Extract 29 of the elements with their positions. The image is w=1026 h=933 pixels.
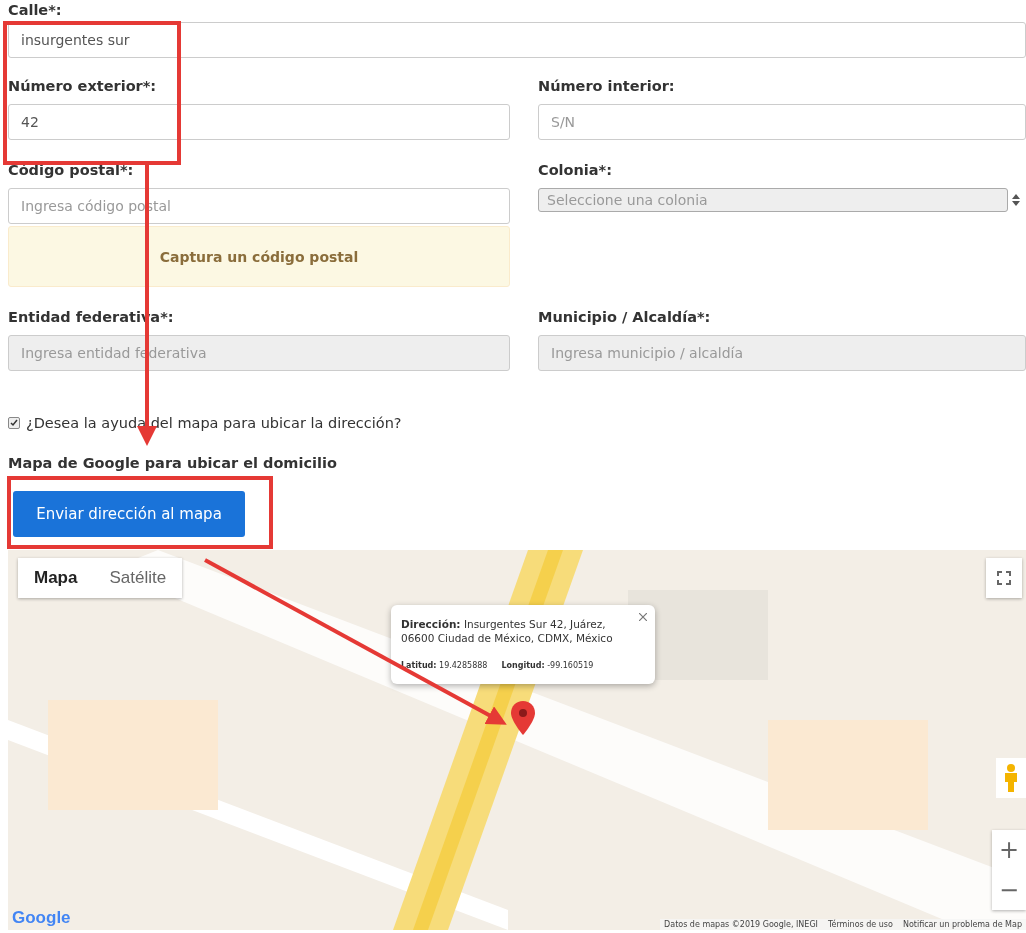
checkbox[interactable] <box>8 417 20 429</box>
field-label: Número interior: <box>538 78 676 96</box>
field-label: Colonia*: <box>538 162 613 180</box>
section-heading: Mapa de Google para ubicar el domicilio <box>8 455 338 471</box>
footer-link[interactable]: Términos de uso <box>827 920 893 929</box>
send-button[interactable]: Enviar dirección al mapa <box>13 491 245 537</box>
field-label: Número exterior*: <box>8 78 158 96</box>
input-field[interactable]: insurgentes sur <box>8 22 1026 58</box>
address-text: Dirección: Insurgentes Sur 42, Juárez, 06600 Ciudad de México, CDMX, México <box>401 617 614 645</box>
map-type-tab[interactable]: Satélite <box>93 558 183 598</box>
map-type-tab[interactable]: Mapa <box>18 558 94 598</box>
latitude-text: Latitud: 19.4285888 <box>401 661 488 670</box>
warning-message: Captura un código postal <box>8 226 510 287</box>
map-logo: Google <box>12 908 71 928</box>
spinner-icon <box>1012 193 1020 207</box>
field-label: Código postal*: <box>8 162 135 180</box>
fullscreen-icon <box>997 571 1011 585</box>
attribution-text: Datos de mapas ©2019 Google, INEGI <box>664 920 818 929</box>
longitude-text: Longitud: -99.160519 <box>501 661 594 670</box>
zoom-in-button[interactable]: + <box>992 830 1026 870</box>
map-pin-icon <box>511 701 535 735</box>
field-label: Municipio / Alcaldía*: <box>538 309 712 327</box>
fullscreen-button[interactable] <box>986 558 1022 598</box>
input-field[interactable]: 42 <box>8 104 510 140</box>
field-label: Calle*: <box>8 2 63 20</box>
zoom-out-button[interactable]: − <box>992 870 1026 910</box>
footer-link[interactable]: Notificar un problema de Map <box>902 920 1022 929</box>
input-field[interactable]: S/N <box>538 104 1026 140</box>
close-icon[interactable] <box>639 613 647 621</box>
